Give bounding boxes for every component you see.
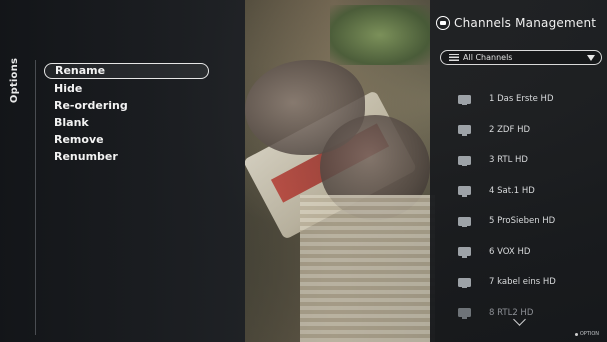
tv-icon	[436, 16, 450, 30]
tv-icon	[458, 186, 471, 197]
channel-name: 3 RTL HD	[489, 155, 528, 166]
channel-item[interactable]: 4 Sat.1 HD	[458, 176, 603, 207]
triangle-down-icon	[587, 54, 595, 61]
channel-name: 2 ZDF HD	[489, 124, 531, 135]
tv-icon	[458, 247, 471, 258]
channel-name: 4 Sat.1 HD	[489, 185, 535, 196]
channel-filter-label: All Channels	[463, 53, 513, 62]
tv-icon	[458, 125, 471, 136]
tv-icon	[458, 308, 471, 319]
option-re-ordering[interactable]: Re-ordering	[44, 97, 209, 114]
options-panel: Options Rename Hide Re-ordering Blank Re…	[0, 0, 245, 342]
options-title-text: Options	[9, 57, 21, 103]
channel-item[interactable]: 8 RTL2 HD	[458, 298, 603, 329]
tv-icon	[458, 94, 471, 106]
channel-item[interactable]: 7 kabel eins HD	[458, 267, 603, 298]
chevron-down-icon[interactable]	[513, 318, 527, 326]
channel-item[interactable]: 1 Das Erste HD	[458, 84, 603, 115]
options-divider	[35, 60, 36, 335]
option-blank[interactable]: Blank	[44, 114, 209, 131]
channel-item[interactable]: 5 ProSieben HD	[458, 206, 603, 237]
channels-header: Channels Management	[436, 12, 606, 34]
options-panel-title: Options	[0, 57, 32, 103]
options-hint-label: OPTION	[579, 331, 599, 337]
channel-name: 1 Das Erste HD	[489, 94, 554, 105]
channels-title: Channels Management	[454, 16, 597, 30]
video-scene-element	[330, 5, 430, 65]
option-renumber[interactable]: Renumber	[44, 148, 209, 165]
channel-name: 7 kabel eins HD	[489, 277, 556, 288]
channel-list: 1 Das Erste HD 2 ZDF HD 3 RTL HD 4 Sat.1…	[458, 84, 603, 328]
tv-icon	[458, 277, 471, 289]
channels-management-panel: Channels Management All Channels 1 Das E…	[430, 0, 607, 342]
option-remove[interactable]: Remove	[44, 131, 209, 148]
channel-item[interactable]: 3 RTL HD	[458, 145, 603, 176]
options-hint: OPTION	[574, 331, 599, 337]
list-icon	[449, 54, 459, 61]
channel-item[interactable]: 6 VOX HD	[458, 237, 603, 268]
channel-filter-dropdown[interactable]: All Channels	[440, 50, 602, 65]
channel-name: 6 VOX HD	[489, 246, 531, 257]
tv-icon	[458, 216, 471, 228]
channel-item[interactable]: 2 ZDF HD	[458, 115, 603, 146]
option-key-icon	[574, 332, 578, 336]
option-hide[interactable]: Hide	[44, 80, 209, 97]
video-scene-element	[300, 195, 435, 342]
option-rename[interactable]: Rename	[44, 63, 209, 79]
channel-name: 5 ProSieben HD	[489, 216, 556, 227]
options-menu: Rename Hide Re-ordering Blank Remove Ren…	[44, 63, 209, 165]
tv-icon	[458, 155, 471, 167]
channel-name: 8 RTL2 HD	[489, 307, 534, 318]
